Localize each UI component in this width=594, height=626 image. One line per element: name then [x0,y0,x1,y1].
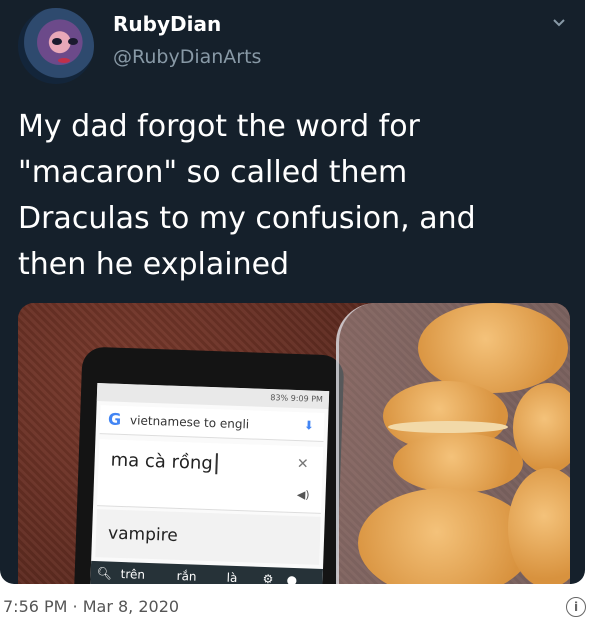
google-logo-icon: G [107,409,122,429]
tweet-text: My dad forgot the word for "macaron" so … [18,109,476,282]
emoji-icon: ● [286,572,298,584]
user-handle[interactable]: @RubyDianArts [113,46,261,68]
status-bar-text: 83% 9:09 PM [270,393,324,404]
status-bar: 83% 9:09 PM [96,383,330,410]
info-icon[interactable]: i [566,597,586,617]
suggestion-bar: 🔍︎ trên rắn là ⚙ ● [90,560,323,584]
search-query: vietnamese to engli [129,413,250,432]
settings-icon: ⚙ [262,571,274,584]
translation-box: vampire [95,509,321,565]
phone-screen: 83% 9:09 PM G vietnamese to engli ⬇ ma c… [89,383,330,584]
source-text: ma cà rồng [110,449,219,475]
avatar-eye [68,38,78,45]
close-icon: ✕ [296,456,309,473]
search-icon: 🔍︎ [96,566,113,581]
tweet-card: RubyDian @RubyDianArts My dad forgot the… [0,0,585,584]
tweet-timestamp[interactable]: 7:56 PM · Mar 8, 2020 [3,597,179,616]
search-bar: G vietnamese to engli ⬇ [99,405,325,442]
tweet-photo[interactable]: 83% 9:09 PM G vietnamese to engli ⬇ ma c… [18,303,570,584]
macaron [393,433,523,493]
macaron-filling [388,421,508,433]
suggestion: trên [120,566,146,582]
source-box: ma cà rồng ✕ ◀) [97,439,324,514]
avatar-lips [58,58,70,63]
macaron [418,303,568,393]
phone: 83% 9:09 PM G vietnamese to engli ⬇ ma c… [73,346,345,584]
avatar[interactable] [18,8,94,84]
chevron-down-icon[interactable] [550,14,568,32]
avatar-eye [52,38,62,45]
translation-text: vampire [107,523,179,546]
speaker-icon: ◀) [296,488,310,502]
mic-icon: ⬇ [303,418,315,433]
suggestion: là [226,570,238,584]
suggestion: rắn [176,568,197,584]
display-name[interactable]: RubyDian [113,12,221,36]
